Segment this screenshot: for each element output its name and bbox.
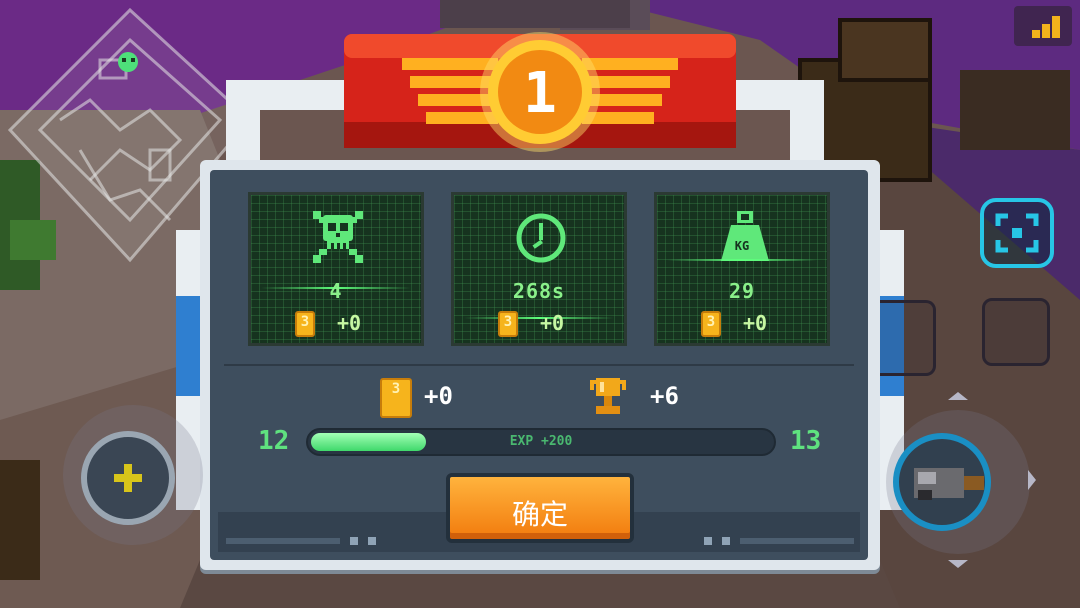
panel-pipe-right-cap [736, 80, 824, 110]
movement-joystick[interactable] [58, 400, 208, 550]
weight-icon-label: KG [734, 239, 750, 253]
weight-icon [721, 211, 769, 261]
arrow-up-icon [948, 392, 968, 400]
panel-pipe-left-cap [226, 80, 346, 110]
stat-time-value: 268s [512, 279, 566, 303]
confirm-button-label: 确定 [511, 498, 568, 531]
stat-time-coins: +0 [540, 311, 565, 335]
exp-progress-bar: EXP +200 [306, 428, 776, 456]
signal-strength-icon [1014, 6, 1072, 46]
stat-weight-coins: +0 [743, 311, 768, 335]
stat-weight-value: 29 [728, 279, 756, 303]
skill-slot-button[interactable] [880, 300, 936, 376]
skull-icon [313, 211, 363, 263]
rank-banner: 1 [344, 32, 736, 152]
arrow-down-icon [948, 560, 968, 568]
stat-box-time: 268s +0 [451, 192, 627, 346]
aim-button[interactable] [980, 198, 1054, 268]
coin-icon [498, 311, 518, 337]
reward-trophy-value: +6 [650, 382, 679, 410]
fire-button[interactable] [878, 392, 1038, 568]
stat-box-weight: KG 29 +0 [654, 192, 830, 346]
confirm-button[interactable]: 确定 [446, 473, 634, 543]
coin-icon [701, 311, 721, 337]
clock-icon [516, 213, 566, 263]
coin-icon [295, 311, 315, 337]
stat-box-kills: 4 +0 [248, 192, 424, 346]
level-current: 12 [258, 426, 290, 456]
trophy-icon [590, 378, 626, 414]
weapon-slot-button[interactable] [982, 298, 1050, 366]
arrow-right-icon [1028, 470, 1036, 490]
rank-number: 1 [523, 61, 557, 126]
stat-kills-coins: +0 [337, 311, 362, 335]
panel-divider [224, 364, 854, 366]
level-next: 13 [790, 426, 822, 456]
stat-kills-value: 4 [329, 279, 343, 303]
reward-coins-value: +0 [424, 382, 453, 410]
exp-label: EXP +200 [509, 434, 573, 449]
player-marker-icon [118, 52, 138, 72]
reward-coin-icon [380, 378, 412, 418]
